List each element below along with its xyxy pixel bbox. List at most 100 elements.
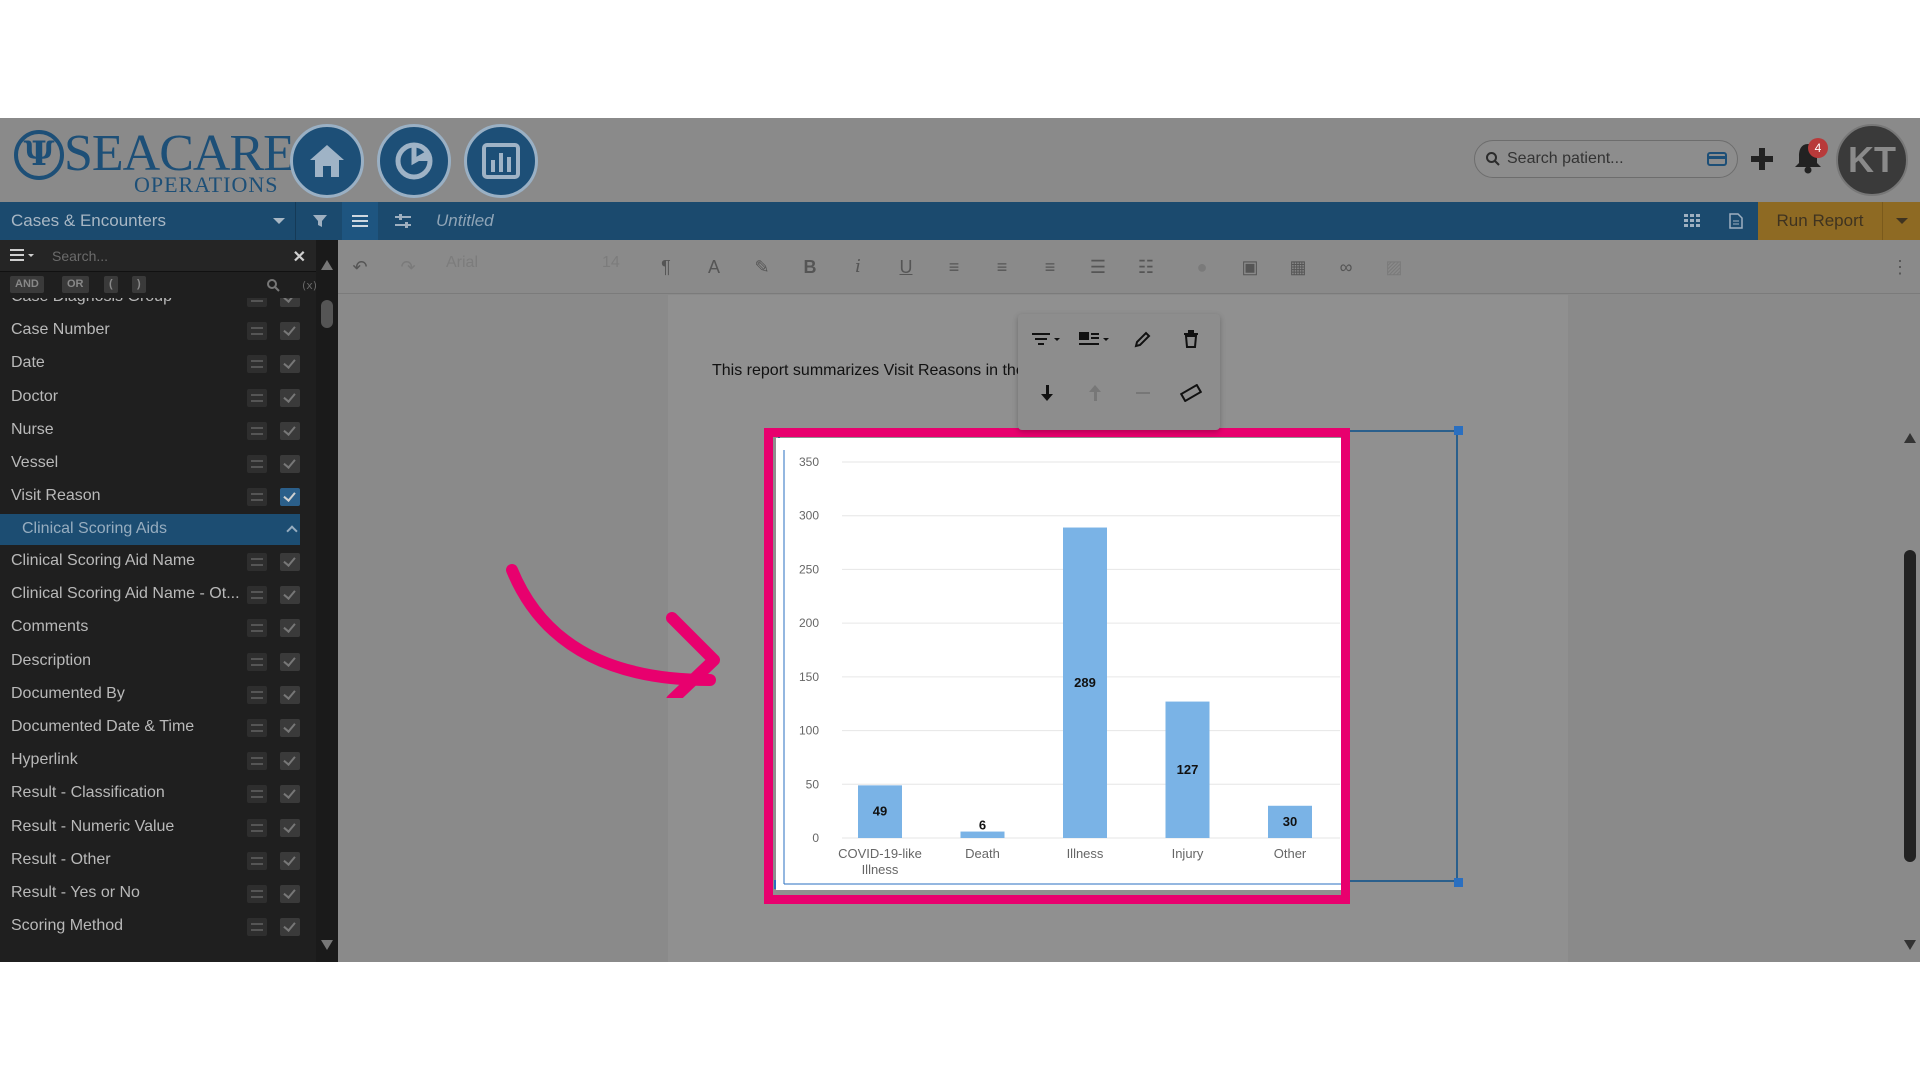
field-row[interactable]: Hyperlink xyxy=(0,744,300,777)
italic-icon[interactable]: i xyxy=(846,256,870,278)
separator-button[interactable] xyxy=(1126,378,1160,408)
field-row[interactable]: Result - Numeric Value xyxy=(0,811,300,844)
field-checkbox[interactable] xyxy=(280,388,300,407)
scrollbar-thumb[interactable] xyxy=(1904,550,1916,862)
field-checkbox[interactable] xyxy=(280,298,300,307)
field-options-icon[interactable] xyxy=(247,918,267,937)
document-view-button[interactable] xyxy=(1718,202,1754,240)
field-row[interactable]: Doctor xyxy=(0,381,300,414)
embed-icon[interactable]: ▨ xyxy=(1382,256,1406,278)
patient-search-input[interactable] xyxy=(1507,147,1697,171)
field-row[interactable]: Comments xyxy=(0,611,300,644)
reports-button[interactable] xyxy=(464,124,538,198)
field-row[interactable]: Documented Date & Time xyxy=(0,711,300,744)
field-options-icon[interactable] xyxy=(247,552,267,571)
font-size-select[interactable]: 14 xyxy=(602,254,620,272)
card-icon[interactable] xyxy=(1707,151,1727,167)
highlight-icon[interactable]: ✎ xyxy=(750,256,774,278)
field-checkbox[interactable] xyxy=(280,619,300,638)
field-options-icon[interactable] xyxy=(247,388,267,407)
field-options-icon[interactable] xyxy=(247,884,267,903)
field-row[interactable]: Result - Classification xyxy=(0,777,300,810)
scroll-down-icon[interactable] xyxy=(1904,940,1916,950)
scroll-up-icon[interactable] xyxy=(1904,433,1916,443)
underline-icon[interactable]: U xyxy=(894,256,918,278)
measure-button[interactable] xyxy=(1174,378,1208,408)
field-options-icon[interactable] xyxy=(247,685,267,704)
field-options-icon[interactable] xyxy=(247,785,267,804)
patient-search[interactable] xyxy=(1474,140,1738,178)
field-checkbox[interactable] xyxy=(280,322,300,341)
close-icon[interactable]: ✕ xyxy=(293,247,306,267)
table-icon[interactable]: ▦ xyxy=(1286,256,1310,278)
edit-chart-button[interactable] xyxy=(1126,324,1160,354)
field-row[interactable]: Visit Reason xyxy=(0,480,300,513)
delete-chart-button[interactable] xyxy=(1174,324,1208,354)
menu-icon[interactable] xyxy=(10,247,38,263)
chart-filter-button[interactable] xyxy=(1030,324,1064,354)
chart-layout-button[interactable] xyxy=(1078,324,1112,354)
field-row[interactable]: Description xyxy=(0,645,300,678)
align-right-icon[interactable]: ≡ xyxy=(1038,256,1062,278)
field-checkbox[interactable] xyxy=(280,488,300,507)
field-row[interactable]: Date xyxy=(0,347,300,380)
and-operator[interactable]: AND xyxy=(10,276,44,293)
report-paragraph[interactable]: This report summarizes Visit Reasons in … xyxy=(712,362,1025,380)
field-options-icon[interactable] xyxy=(247,619,267,638)
close-paren-operator[interactable]: ) xyxy=(132,276,146,293)
field-row[interactable]: Nurse xyxy=(0,414,300,447)
sidebar-scrollbar[interactable] xyxy=(316,240,338,962)
redo-icon[interactable]: ↷ xyxy=(396,256,420,278)
field-row[interactable]: Result - Yes or No xyxy=(0,877,300,910)
add-icon[interactable] xyxy=(1748,140,1776,176)
field-checkbox[interactable] xyxy=(280,355,300,374)
field-checkbox[interactable] xyxy=(280,884,300,903)
filter-button[interactable] xyxy=(302,202,338,240)
align-center-icon[interactable]: ≡ xyxy=(990,256,1014,278)
run-report-menu-button[interactable] xyxy=(1882,202,1920,240)
home-button[interactable] xyxy=(290,124,364,198)
field-options-icon[interactable] xyxy=(247,455,267,473)
field-checkbox[interactable] xyxy=(280,752,300,771)
field-row[interactable]: Scoring Method xyxy=(0,910,300,943)
or-operator[interactable]: OR xyxy=(62,276,89,293)
field-options-icon[interactable] xyxy=(247,488,267,507)
field-checkbox[interactable] xyxy=(280,918,300,937)
move-up-button[interactable] xyxy=(1078,378,1112,408)
seacare-logo[interactable]: Ψ SEACARE OPERATIONS xyxy=(14,126,295,197)
field-options-icon[interactable] xyxy=(247,355,267,374)
move-down-button[interactable] xyxy=(1030,378,1064,408)
field-options-icon[interactable] xyxy=(247,652,267,671)
link-icon[interactable]: ∞ xyxy=(1334,256,1358,278)
justify-icon[interactable]: ☰ xyxy=(1086,256,1110,278)
canvas-scrollbar[interactable] xyxy=(1900,295,1920,962)
field-options-icon[interactable] xyxy=(247,851,267,870)
color-swatch-icon[interactable]: ● xyxy=(1190,256,1214,278)
scroll-up-icon[interactable] xyxy=(321,260,333,270)
resize-handle[interactable] xyxy=(1454,426,1463,435)
field-row[interactable]: Documented By xyxy=(0,678,300,711)
more-options-icon[interactable]: ⋮ xyxy=(1888,256,1912,278)
image-icon[interactable]: ▣ xyxy=(1238,256,1262,278)
field-checkbox[interactable] xyxy=(280,455,300,473)
field-checkbox[interactable] xyxy=(280,552,300,571)
field-row[interactable]: Clinical Scoring Aid Name - Ot... xyxy=(0,578,300,611)
field-row[interactable]: Case Number xyxy=(0,314,300,347)
open-paren-operator[interactable]: ( xyxy=(104,276,118,293)
undo-icon[interactable]: ↶ xyxy=(348,256,372,278)
font-family-select[interactable]: Arial xyxy=(446,254,586,272)
paragraph-icon[interactable]: ¶ xyxy=(654,256,678,278)
text-color-icon[interactable]: A xyxy=(702,256,726,278)
group-clinical-scoring-aids[interactable]: Clinical Scoring Aids xyxy=(0,514,300,546)
field-options-icon[interactable] xyxy=(247,718,267,737)
field-checkbox[interactable] xyxy=(280,851,300,870)
scrollbar-thumb[interactable] xyxy=(321,300,333,328)
field-row[interactable]: Clinical Scoring Aid Name xyxy=(0,545,300,578)
field-checkbox[interactable] xyxy=(280,785,300,804)
bold-icon[interactable]: B xyxy=(798,256,822,278)
field-checkbox[interactable] xyxy=(280,685,300,704)
dashboard-button[interactable] xyxy=(377,124,451,198)
field-options-icon[interactable] xyxy=(247,818,267,837)
field-checkbox[interactable] xyxy=(280,652,300,671)
field-checkbox[interactable] xyxy=(280,421,300,440)
